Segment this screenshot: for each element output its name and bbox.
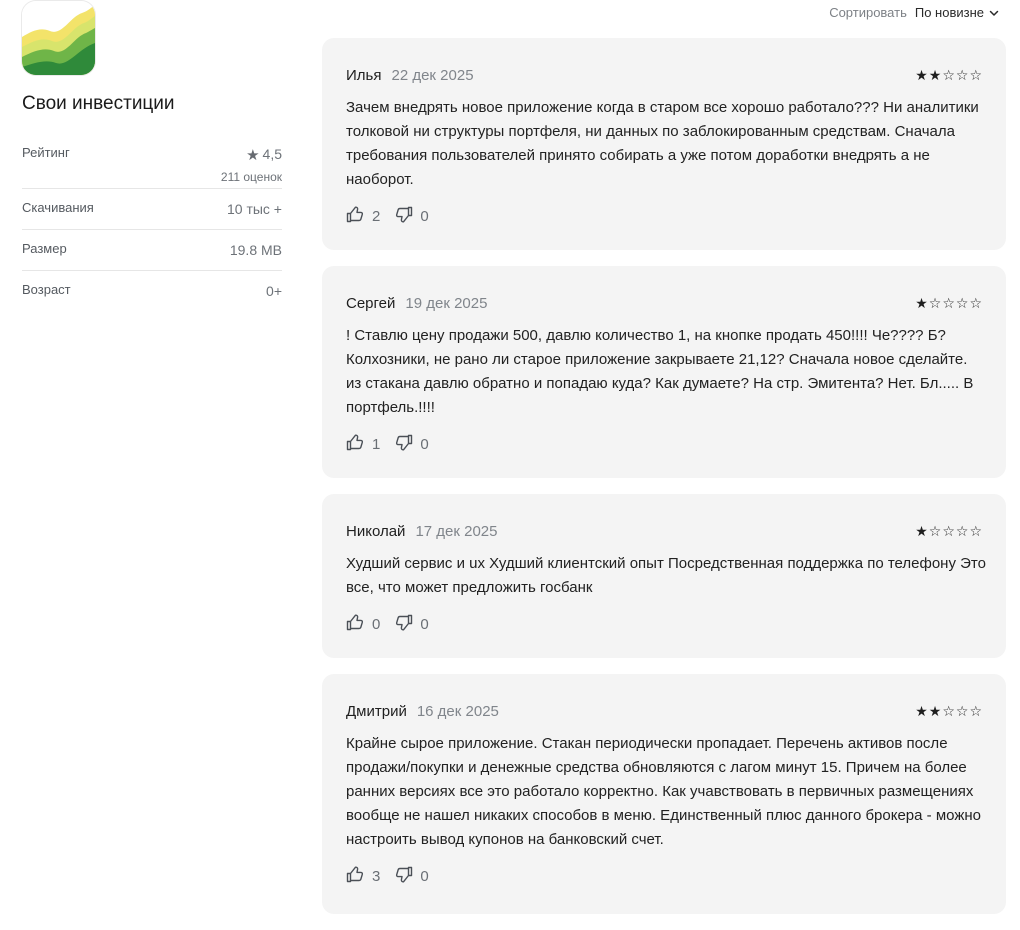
review-stars: ★ ★ ☆ ☆ ☆ <box>915 704 982 718</box>
star-empty-icon: ☆ <box>969 703 982 719</box>
dislike-count: 0 <box>420 615 429 633</box>
size-value: 19.8 MB <box>229 242 282 258</box>
star-empty-icon: ☆ <box>955 67 969 83</box>
thumbs-up-icon <box>346 866 372 887</box>
review-author: Дмитрий <box>346 702 407 720</box>
age-value: 0+ <box>266 283 282 299</box>
thumbs-down-icon <box>394 206 420 227</box>
dislike-button[interactable]: 0 <box>394 434 429 455</box>
review-author: Илья <box>346 66 382 84</box>
review-card: Дмитрий 16 дек 2025 ★ ★ ☆ ☆ ☆ Крайне сырое п… <box>322 674 1006 914</box>
review-text: Зачем внедрять новое приложение когда в … <box>346 99 979 188</box>
rating-label: Рейтинг <box>22 145 70 160</box>
star-icon: ★ <box>246 147 260 164</box>
review-author: Николай <box>346 522 406 540</box>
sort-dropdown[interactable]: По новизне <box>915 4 1000 21</box>
dislike-button[interactable]: 0 <box>394 206 429 227</box>
review-card: Николай 17 дек 2025 ★ ☆ ☆ ☆ ☆ Худший сервис … <box>322 494 1006 658</box>
star-empty-icon: ☆ <box>969 523 982 539</box>
info-row-rating: Рейтинг ★ 4,5 211 оценок <box>22 133 282 189</box>
review-text: ! Ставлю цену продажи 500, давлю количес… <box>346 327 974 416</box>
thumbs-up-icon <box>346 206 372 227</box>
star-empty-icon: ☆ <box>942 295 955 311</box>
size-label: Размер <box>22 241 67 256</box>
review-text: Худший сервис и ux Худший клиентский опы… <box>346 555 986 596</box>
star-empty-icon: ☆ <box>955 295 969 311</box>
dislike-count: 0 <box>420 435 429 453</box>
star-empty-icon: ☆ <box>942 523 955 539</box>
thumbs-down-icon <box>394 866 420 887</box>
reviews-list: Илья 22 дек 2025 ★ ★ ☆ ☆ ☆ Зачем внедрять но… <box>322 38 1006 930</box>
rating-value: 4,5 <box>262 146 282 162</box>
thumbs-down-icon <box>394 614 420 635</box>
app-title: Свои инвестиции <box>22 93 175 114</box>
dislike-count: 0 <box>420 207 429 225</box>
star-filled-icon: ★ <box>928 703 942 719</box>
review-stars: ★ ☆ ☆ ☆ ☆ <box>915 524 982 538</box>
review-date: 16 дек 2025 <box>416 702 499 720</box>
app-logo-icon <box>22 1 95 75</box>
review-stars: ★ ☆ ☆ ☆ ☆ <box>915 296 982 310</box>
info-row-downloads: Скачивания 10 тыс + <box>22 189 282 230</box>
star-empty-icon: ☆ <box>955 523 969 539</box>
star-empty-icon: ☆ <box>955 703 969 719</box>
dislike-button[interactable]: 0 <box>394 614 429 635</box>
review-text: Крайне сырое приложение. Стакан периодич… <box>346 735 981 848</box>
star-empty-icon: ☆ <box>969 295 982 311</box>
chevron-down-icon <box>988 7 1000 19</box>
star-filled-icon: ★ <box>915 67 928 83</box>
dislike-button[interactable]: 0 <box>394 866 429 887</box>
like-button[interactable]: 3 <box>346 866 380 887</box>
star-filled-icon: ★ <box>915 295 928 311</box>
downloads-label: Скачивания <box>22 200 94 215</box>
info-row-age: Возраст 0+ <box>22 271 282 312</box>
like-button[interactable]: 0 <box>346 614 380 635</box>
star-filled-icon: ★ <box>915 703 928 719</box>
star-empty-icon: ☆ <box>969 67 982 83</box>
review-date: 17 дек 2025 <box>415 522 498 540</box>
star-filled-icon: ★ <box>928 67 942 83</box>
age-label: Возраст <box>22 282 71 297</box>
rating-count: 211 оценок <box>220 170 282 184</box>
review-date: 22 дек 2025 <box>391 66 474 84</box>
star-empty-icon: ☆ <box>928 295 942 311</box>
thumbs-up-icon <box>346 434 372 455</box>
star-filled-icon: ★ <box>915 523 928 539</box>
downloads-value: 10 тыс + <box>226 201 282 217</box>
app-sidebar: Свои инвестиции Рейтинг ★ 4,5 211 оценок … <box>22 0 282 312</box>
sort-bar: Сортировать По новизне <box>829 4 1000 21</box>
star-empty-icon: ☆ <box>942 703 955 719</box>
like-count: 2 <box>372 207 381 225</box>
app-info-list: Рейтинг ★ 4,5 211 оценок Скачивания 10 ты… <box>22 133 282 312</box>
review-author: Сергей <box>346 294 396 312</box>
star-empty-icon: ☆ <box>928 523 942 539</box>
star-empty-icon: ☆ <box>942 67 955 83</box>
like-count: 1 <box>372 435 381 453</box>
like-button[interactable]: 1 <box>346 434 380 455</box>
info-row-size: Размер 19.8 MB <box>22 230 282 271</box>
like-count: 3 <box>372 867 381 885</box>
like-count: 0 <box>372 615 381 633</box>
review-card: Сергей 19 дек 2025 ★ ☆ ☆ ☆ ☆ ! Ставлю цену п… <box>322 266 1006 478</box>
thumbs-up-icon <box>346 614 372 635</box>
sort-value: По новизне <box>914 5 984 20</box>
thumbs-down-icon <box>394 434 420 455</box>
review-stars: ★ ★ ☆ ☆ ☆ <box>915 68 982 82</box>
like-button[interactable]: 2 <box>346 206 380 227</box>
review-date: 19 дек 2025 <box>405 294 488 312</box>
sort-label: Сортировать <box>829 5 907 20</box>
review-card: Илья 22 дек 2025 ★ ★ ☆ ☆ ☆ Зачем внедрять но… <box>322 38 1006 250</box>
dislike-count: 0 <box>420 867 429 885</box>
